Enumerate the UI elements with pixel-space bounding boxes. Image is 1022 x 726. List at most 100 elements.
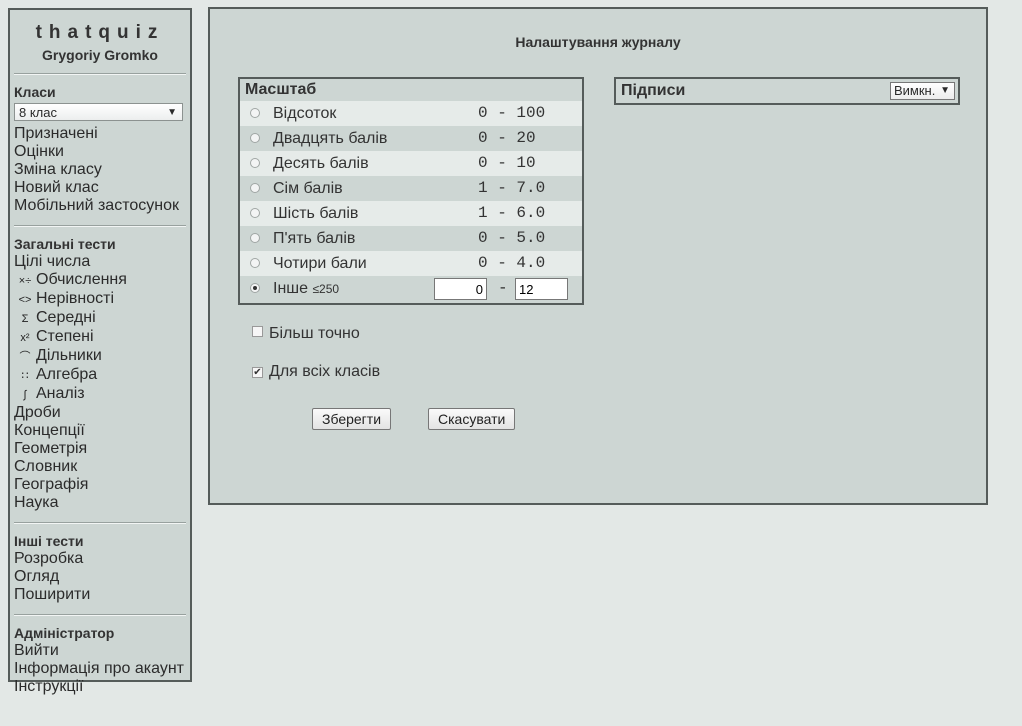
- journal-settings-panel: Налаштування журналу Масштаб Відсоток 0 -…: [208, 7, 988, 505]
- inequality-icon: <>: [18, 294, 32, 306]
- general-test-label: Геометрія: [14, 440, 88, 457]
- general-test-link[interactable]: Σ Середні: [10, 309, 190, 328]
- other-tests-list: Розробка Огляд Поширити: [10, 550, 190, 604]
- class-link[interactable]: Оцінки: [10, 143, 190, 161]
- scale-label: Чотири бали: [273, 255, 367, 272]
- scale-row[interactable]: Сім балів 1 - 7.0: [240, 176, 582, 201]
- general-test-link[interactable]: Словник: [10, 458, 190, 476]
- signatures-select[interactable]: Вимкн. ▼: [890, 82, 955, 100]
- more-precise-label: Більш точно: [269, 325, 360, 342]
- general-test-label: Географія: [14, 476, 89, 493]
- general-test-link[interactable]: Геометрія: [10, 440, 190, 458]
- scale-row[interactable]: П'ять балів 0 - 5.0: [240, 226, 582, 251]
- dropdown-arrow-icon: ▼: [940, 85, 950, 96]
- scale-heading: Масштаб: [245, 81, 317, 98]
- scale-row[interactable]: Відсоток 0 - 100: [240, 101, 582, 126]
- site-logo[interactable]: thatquiz: [10, 22, 190, 44]
- custom-to-input[interactable]: [515, 278, 568, 300]
- scale-radio[interactable]: [250, 183, 260, 193]
- signatures-heading: Підписи: [621, 82, 686, 99]
- scale-row-custom[interactable]: Інше ≤250 -: [240, 276, 582, 301]
- admin-link[interactable]: Вийти: [10, 642, 190, 660]
- other-test-link[interactable]: Огляд: [10, 568, 190, 586]
- scale-range: 0 - 5.0: [478, 229, 546, 247]
- sidebar: thatquiz Grygoriy Gromko Класи 8 клас ▼ …: [8, 8, 192, 695]
- scale-row[interactable]: Двадцять балів 0 - 20: [240, 126, 582, 151]
- mean-icon: Σ: [21, 313, 29, 325]
- scale-label: Сім балів: [273, 180, 343, 197]
- scale-row[interactable]: Десять балів 0 - 10: [240, 151, 582, 176]
- divider: [14, 614, 186, 616]
- general-test-link[interactable]: Цілі числа: [10, 253, 190, 271]
- class-link[interactable]: Мобільний застосунок: [10, 197, 190, 215]
- general-test-label: Середні: [36, 309, 96, 326]
- general-test-link[interactable]: ×÷ Обчислення: [10, 271, 190, 290]
- scale-range: 1 - 6.0: [478, 204, 546, 222]
- all-classes-option[interactable]: ✔ Для всіх класів: [252, 363, 380, 381]
- general-test-label: Дільники: [36, 347, 102, 364]
- general-test-label: Степені: [36, 328, 94, 345]
- general-test-link[interactable]: ∫ Аналіз: [10, 385, 190, 404]
- divider: [14, 225, 186, 227]
- scale-radio[interactable]: [250, 233, 260, 243]
- scale-row[interactable]: Шість балів 1 - 6.0: [240, 201, 582, 226]
- arith-icon: ×÷: [18, 275, 32, 287]
- general-test-label: Алгебра: [36, 366, 98, 383]
- algebra-icon: ∷: [21, 370, 29, 382]
- class-select-value: 8 клас: [19, 105, 57, 120]
- scale-label: П'ять балів: [273, 230, 356, 247]
- custom-label: Інше ≤250: [273, 280, 340, 297]
- scale-radio[interactable]: [250, 258, 260, 268]
- class-select[interactable]: 8 клас ▼: [14, 103, 183, 121]
- class-link[interactable]: Новий клас: [10, 179, 190, 197]
- dropdown-arrow-icon: ▼: [167, 107, 177, 118]
- scale-row[interactable]: Чотири бали 0 - 4.0: [240, 251, 582, 276]
- other-tests-heading: Інші тести: [14, 533, 84, 549]
- general-test-link[interactable]: Географія: [10, 476, 190, 494]
- other-test-link[interactable]: Поширити: [10, 586, 190, 604]
- general-test-link[interactable]: <> Нерівності: [10, 290, 190, 309]
- signatures-select-value: Вимкн.: [894, 83, 936, 98]
- radio-custom[interactable]: [250, 283, 260, 293]
- integral-icon: ∫: [23, 389, 27, 401]
- scale-box: Масштаб Відсоток 0 - 100 Двадцять балів 0 -…: [238, 77, 584, 305]
- admin-link[interactable]: Інформація про акаунт: [10, 660, 190, 678]
- custom-from-input[interactable]: [434, 278, 487, 300]
- class-link[interactable]: Призначені: [10, 125, 190, 143]
- all-classes-label: Для всіх класів: [269, 363, 381, 380]
- classes-heading: Класи: [14, 84, 56, 100]
- general-test-link[interactable]: x² Степені: [10, 328, 190, 347]
- scale-range: 0 - 10: [478, 154, 536, 172]
- general-test-label: Наука: [14, 494, 59, 511]
- scale-radio[interactable]: [250, 108, 260, 118]
- general-tests-list: Цілі числа ×÷ Обчислення <> Нерівності Σ Серед…: [10, 253, 190, 512]
- admin-link[interactable]: Інструкції: [10, 678, 190, 696]
- more-precise-option[interactable]: Більш точно: [252, 325, 360, 343]
- scale-radio[interactable]: [250, 158, 260, 168]
- general-test-link[interactable]: Дроби: [10, 404, 190, 422]
- other-test-link[interactable]: Розробка: [10, 550, 190, 568]
- divider: [14, 522, 186, 524]
- page-title: Налаштування журналу: [515, 34, 681, 50]
- range-dash: -: [498, 279, 508, 297]
- scale-range: 0 - 4.0: [478, 254, 546, 272]
- general-test-label: Нерівності: [36, 290, 115, 307]
- general-tests-heading: Загальні тести: [14, 236, 116, 252]
- cancel-button[interactable]: Скасувати: [428, 408, 516, 430]
- general-test-link[interactable]: Наука: [10, 494, 190, 512]
- save-button[interactable]: Зберегти: [312, 408, 392, 430]
- more-precise-checkbox[interactable]: [252, 326, 263, 337]
- general-test-link[interactable]: ∷ Алгебра: [10, 366, 190, 385]
- all-classes-checkbox[interactable]: ✔: [252, 367, 263, 378]
- scale-radio[interactable]: [250, 208, 260, 218]
- general-test-label: Аналіз: [36, 385, 85, 402]
- general-test-label: Обчислення: [36, 271, 127, 288]
- scale-range: 1 - 7.0: [478, 179, 546, 197]
- power-icon: x²: [20, 332, 30, 344]
- general-test-link[interactable]: Концепції: [10, 422, 190, 440]
- general-test-link[interactable]: ⌒ Дільники: [10, 347, 190, 366]
- scale-label: Відсоток: [273, 105, 337, 122]
- scale-range: 0 - 20: [478, 129, 536, 147]
- class-link[interactable]: Зміна класу: [10, 161, 190, 179]
- scale-radio[interactable]: [250, 133, 260, 143]
